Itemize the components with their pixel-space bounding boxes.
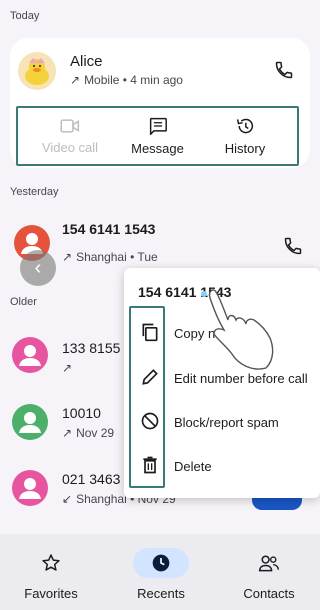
star-icon [41, 548, 61, 578]
older-detail-2: ↗ Nov 29 [62, 426, 114, 440]
call-actions-highlight: Video call Message History [16, 106, 299, 166]
yesterday-detail: ↗ Shanghai • Tue [62, 250, 158, 264]
older-avatar-2 [12, 404, 48, 440]
history-label: History [224, 140, 266, 156]
video-call-label: Video call [41, 139, 99, 155]
person-icon [19, 412, 41, 433]
older-detail-1: ↗ [62, 361, 72, 375]
older-avatar-3 [12, 470, 48, 506]
phone-icon [275, 61, 293, 79]
nav-contacts[interactable]: Contacts [224, 548, 314, 601]
tapping-hand-icon [196, 284, 276, 384]
nav-recents-label: Recents [137, 586, 185, 601]
chevron-left-icon: ‹ [34, 257, 42, 279]
person-icon [19, 345, 41, 366]
video-camera-icon [60, 118, 80, 133]
video-call-button[interactable]: Video call [30, 108, 110, 164]
message-label: Message [131, 140, 184, 156]
history-icon [236, 118, 254, 133]
yesterday-number: 154 6141 1543 [62, 221, 156, 237]
block-spam-item[interactable]: Block/report spam [174, 415, 279, 430]
older-number-2: 10010 [62, 405, 101, 421]
outgoing-arrow-icon: ↗ [70, 73, 81, 87]
yesterday-detail-text: Shanghai • Tue [76, 250, 158, 264]
person-icon [19, 478, 41, 499]
alice-avatar [18, 52, 56, 90]
call-yesterday-button[interactable] [281, 234, 305, 258]
message-button[interactable]: Message [118, 108, 198, 164]
older-number-1: 133 8155 ( [62, 340, 129, 356]
section-yesterday: Yesterday [10, 186, 59, 198]
older-detail-2-text: Nov 29 [76, 426, 115, 440]
history-button[interactable]: History [205, 108, 285, 164]
nav-favorites[interactable]: Favorites [6, 548, 96, 601]
older-avatar-1 [12, 337, 48, 373]
incoming-arrow-icon: ↙ [62, 492, 73, 506]
bottom-navigation: Favorites Recents Contacts [0, 534, 320, 610]
message-icon [149, 117, 167, 135]
duck-avatar-icon [18, 52, 56, 90]
recents-active-pill [133, 548, 189, 578]
alice-name: Alice [70, 53, 103, 70]
contacts-icon [258, 548, 280, 578]
outgoing-arrow-icon: ↗ [62, 250, 73, 264]
section-older: Older [10, 296, 37, 308]
outgoing-arrow-icon: ↗ [62, 426, 73, 440]
nav-contacts-label: Contacts [243, 586, 295, 601]
older-number-3: 021 3463 [62, 471, 121, 487]
call-alice-button[interactable] [272, 58, 296, 82]
nav-favorites-label: Favorites [24, 586, 78, 601]
nav-recents[interactable]: Recents [116, 548, 206, 601]
section-today: Today [10, 10, 40, 22]
menu-icons-highlight [129, 306, 165, 488]
swipe-back-button[interactable]: ‹ [20, 250, 56, 286]
delete-item[interactable]: Delete [174, 459, 212, 474]
phone-icon [284, 237, 302, 255]
clock-icon [152, 554, 170, 572]
alice-detail-text: Mobile • 4 min ago [84, 73, 183, 87]
alice-call-detail: ↗ Mobile • 4 min ago [70, 73, 183, 87]
outgoing-arrow-icon: ↗ [62, 361, 73, 375]
